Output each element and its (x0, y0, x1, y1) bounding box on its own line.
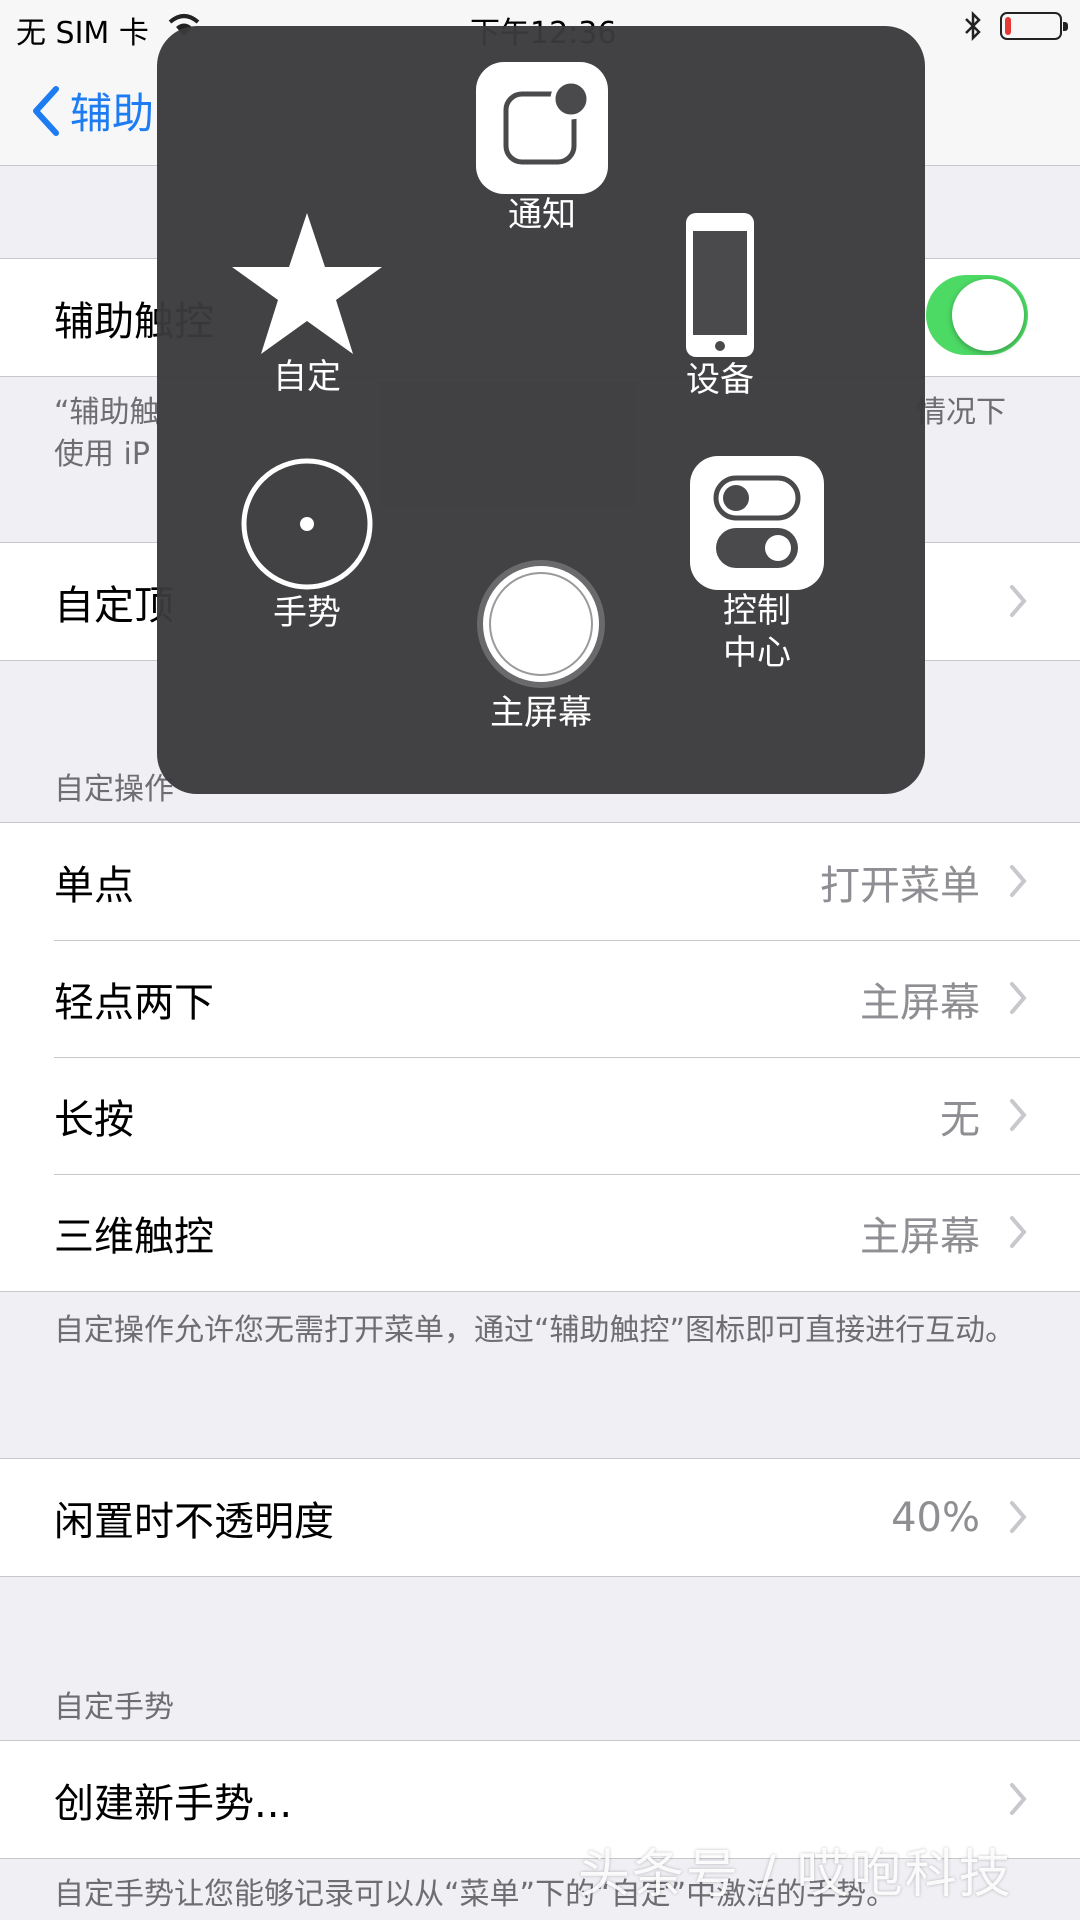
battery-level (1005, 17, 1011, 35)
chevron-right-icon (1010, 1099, 1027, 1131)
menu-label: 设备 (686, 360, 754, 400)
home-button-icon (477, 560, 605, 688)
chevron-right-icon (1010, 1501, 1027, 1533)
menu-home[interactable]: 主屏幕 (466, 556, 616, 734)
back-label: 辅助 (70, 89, 155, 138)
menu-notification[interactable]: 通知 (467, 62, 617, 236)
custom-actions-header: 自定操作 (54, 772, 174, 807)
3d-touch-row[interactable]: 三维触控 主屏幕 (0, 1174, 1080, 1291)
menu-gesture[interactable]: 手势 (237, 456, 377, 634)
chevron-right-icon (1010, 865, 1027, 897)
idle-opacity-row[interactable]: 闲置时不透明度 40% (0, 1459, 1080, 1576)
row-label: 单点 (54, 862, 134, 909)
row-label: 闲置时不透明度 (54, 1498, 334, 1545)
chevron-right-icon (1010, 585, 1027, 617)
notification-center-icon (476, 62, 608, 194)
menu-control-center[interactable]: 控制 中心 (687, 456, 827, 674)
menu-label: 主屏幕 (490, 693, 592, 733)
row-label: 三维触控 (54, 1213, 214, 1260)
iphone-icon (686, 213, 754, 357)
double-tap-row[interactable]: 轻点两下 主屏幕 (0, 940, 1080, 1057)
chevron-left-icon (33, 85, 59, 136)
menu-label: 自定 (273, 357, 341, 397)
row-value: 主屏幕 (860, 1213, 980, 1260)
footer-fragment: 情况下 (916, 395, 1006, 430)
chevron-right-icon (1010, 1216, 1027, 1248)
assistive-touch-toggle[interactable] (926, 275, 1028, 355)
battery-icon (1000, 12, 1068, 40)
single-tap-row[interactable]: 单点 打开菜单 (0, 823, 1080, 940)
custom-actions-footer: 自定操作允许您无需打开菜单，通过“辅助触控”图标即可直接进行互动。 (54, 1313, 1016, 1348)
bluetooth-icon (965, 10, 981, 42)
assistive-touch-menu: 通知 自定 设备 手势 主屏幕 控制 中心 (157, 26, 925, 794)
menu-label: 手势 (273, 593, 341, 633)
row-label: 长按 (54, 1096, 134, 1143)
custom-actions-group: 单点 打开菜单 轻点两下 主屏幕 长按 无 三维触控 主屏幕 (0, 822, 1080, 1292)
row-value: 打开菜单 (820, 862, 980, 909)
carrier-label: 无 SIM 卡 (16, 16, 149, 51)
customize-menu-label: 自定顶 (54, 582, 174, 629)
row-label: 创建新手势... (54, 1780, 293, 1827)
toggles-icon (690, 456, 824, 590)
star-icon (232, 213, 382, 354)
row-value: 40% (891, 1494, 980, 1541)
menu-label: 通知 (508, 195, 576, 235)
long-press-row[interactable]: 长按 无 (0, 1057, 1080, 1174)
row-label: 轻点两下 (54, 979, 214, 1026)
chevron-right-icon (1010, 982, 1027, 1014)
row-value: 主屏幕 (860, 979, 980, 1026)
row-value: 无 (940, 1096, 980, 1143)
back-button[interactable]: 辅助 (28, 80, 154, 141)
idle-opacity-group: 闲置时不透明度 40% (0, 1458, 1080, 1577)
watermark: 头条号 / 哎咆科技 (578, 1845, 1013, 1905)
menu-label-line-2: 中心 (723, 633, 791, 673)
chevron-right-icon (1010, 1783, 1027, 1815)
menu-custom[interactable]: 自定 (232, 211, 382, 398)
gesture-circle-icon (241, 458, 373, 590)
toggle-knob (952, 279, 1024, 351)
menu-label-line-1: 控制 (723, 591, 791, 631)
menu-device[interactable]: 设备 (665, 211, 775, 401)
custom-gestures-header: 自定手势 (54, 1690, 174, 1725)
